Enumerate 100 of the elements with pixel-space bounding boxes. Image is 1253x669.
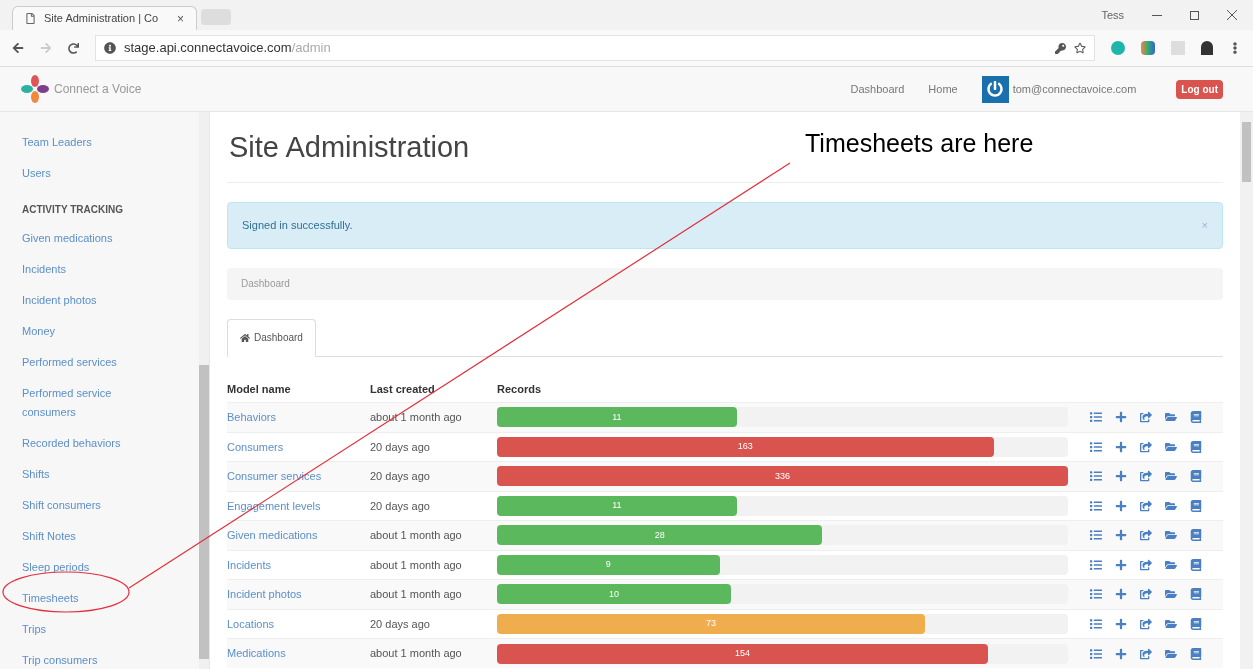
- list-icon[interactable]: [1090, 411, 1102, 424]
- folder-icon[interactable]: [1165, 499, 1177, 512]
- column-header: Last created: [370, 383, 435, 395]
- column-header: Model name: [227, 383, 291, 395]
- model-link[interactable]: Medications: [227, 647, 286, 660]
- book-icon[interactable]: [1190, 647, 1202, 660]
- model-link[interactable]: Consumers: [227, 440, 284, 453]
- url-host: stage.api.connectavoice.com: [124, 39, 292, 58]
- back-icon[interactable]: [12, 42, 24, 54]
- list-icon[interactable]: [1090, 470, 1102, 483]
- add-icon[interactable]: [1115, 617, 1127, 630]
- model-link[interactable]: Given medications: [227, 529, 318, 541]
- sidebar-item[interactable]: Recorded behaviors: [22, 434, 142, 453]
- sidebar-item[interactable]: Incident photos: [22, 291, 142, 310]
- list-icon[interactable]: [1090, 499, 1102, 512]
- address-field[interactable]: stage.api.connectavoice.com/admin: [95, 35, 1095, 61]
- key-icon[interactable]: [1055, 42, 1066, 54]
- add-icon[interactable]: [1115, 411, 1127, 424]
- sidebar-item[interactable]: Performed service consumers: [22, 384, 142, 422]
- list-icon[interactable]: [1090, 529, 1102, 542]
- folder-icon[interactable]: [1165, 617, 1177, 630]
- book-icon[interactable]: [1190, 470, 1202, 483]
- add-icon[interactable]: [1115, 529, 1127, 542]
- add-icon[interactable]: [1115, 499, 1127, 512]
- add-icon[interactable]: [1115, 588, 1127, 601]
- browser-tab[interactable]: Site Administration | Co ×: [12, 6, 197, 30]
- add-icon[interactable]: [1115, 470, 1127, 483]
- model-link[interactable]: Locations: [227, 617, 275, 630]
- export-icon[interactable]: [1140, 440, 1152, 453]
- book-icon[interactable]: [1190, 588, 1202, 601]
- dashboard-tab[interactable]: Dashboard: [227, 318, 316, 357]
- folder-icon[interactable]: [1165, 588, 1177, 601]
- sidebar-item[interactable]: Users: [22, 164, 142, 183]
- add-icon[interactable]: [1115, 440, 1127, 453]
- folder-icon[interactable]: [1165, 411, 1177, 424]
- folder-icon[interactable]: [1165, 440, 1177, 453]
- logout-button[interactable]: Log out: [1176, 79, 1223, 99]
- profile-name[interactable]: Tess: [1101, 6, 1124, 24]
- records-bar: 73: [497, 613, 926, 634]
- sidebar-item[interactable]: Team Leaders: [22, 133, 142, 152]
- sidebar-item[interactable]: Shifts: [22, 465, 142, 484]
- model-link[interactable]: Incidents: [227, 558, 272, 571]
- records-bar: 10: [497, 584, 732, 605]
- minimize-icon[interactable]: [1152, 14, 1162, 16]
- add-icon[interactable]: [1115, 647, 1127, 660]
- sidebar-item[interactable]: Incidents: [22, 260, 142, 279]
- restore-icon[interactable]: [1190, 10, 1199, 20]
- book-icon[interactable]: [1190, 617, 1202, 630]
- book-icon[interactable]: [1190, 411, 1202, 424]
- sidebar-item[interactable]: Performed services: [22, 353, 142, 372]
- nav-link[interactable]: Dashboard: [850, 80, 905, 98]
- sidebar-item[interactable]: Shift Notes: [22, 527, 142, 546]
- export-icon[interactable]: [1140, 470, 1152, 483]
- export-icon[interactable]: [1140, 499, 1152, 512]
- sidebar-item[interactable]: Money: [22, 322, 142, 341]
- export-icon[interactable]: [1140, 411, 1152, 424]
- star-icon[interactable]: [1074, 42, 1086, 54]
- close-icon[interactable]: [1227, 10, 1237, 20]
- export-icon[interactable]: [1140, 617, 1152, 630]
- sidebar-item[interactable]: Timesheets: [22, 589, 142, 608]
- records-bar: 163: [497, 436, 994, 457]
- list-icon[interactable]: [1090, 558, 1102, 571]
- export-icon[interactable]: [1140, 588, 1152, 601]
- nav-link[interactable]: Home: [928, 80, 958, 98]
- extension-icon[interactable]: [1201, 41, 1213, 55]
- last-created: about 1 month ago: [370, 411, 462, 423]
- tab-close[interactable]: ×: [177, 9, 184, 28]
- records-bar: 154: [497, 643, 989, 664]
- sidebar-item[interactable]: Shift consumers: [22, 496, 142, 515]
- folder-icon[interactable]: [1165, 470, 1177, 483]
- folder-icon[interactable]: [1165, 647, 1177, 660]
- export-icon[interactable]: [1140, 529, 1152, 542]
- url-path: /admin: [291, 39, 331, 58]
- alert-close[interactable]: ×: [1201, 216, 1208, 234]
- add-icon[interactable]: [1115, 558, 1127, 571]
- export-icon[interactable]: [1140, 647, 1152, 660]
- breadcrumb[interactable]: Dashboard: [227, 267, 1223, 300]
- model-link[interactable]: Behaviors: [227, 411, 276, 423]
- last-created: about 1 month ago: [370, 647, 462, 660]
- book-icon[interactable]: [1190, 529, 1202, 542]
- folder-icon[interactable]: [1165, 529, 1177, 542]
- sidebar-item[interactable]: Sleep periods: [22, 558, 142, 577]
- page-icon: [25, 13, 36, 24]
- user-email[interactable]: tom@connectavoice.com: [1012, 80, 1137, 98]
- sidebar-item[interactable]: Trip consumers: [22, 651, 142, 669]
- book-icon[interactable]: [1190, 558, 1202, 571]
- list-icon[interactable]: [1090, 440, 1102, 453]
- export-icon[interactable]: [1140, 558, 1152, 571]
- list-icon[interactable]: [1090, 617, 1102, 630]
- book-icon[interactable]: [1190, 440, 1202, 453]
- list-icon[interactable]: [1090, 588, 1102, 601]
- sidebar-item[interactable]: Trips: [22, 620, 142, 639]
- sidebar-heading: ACTIVITY TRACKING: [22, 203, 124, 217]
- brand-name[interactable]: Connect a Voice: [54, 80, 142, 98]
- reload-icon[interactable]: [68, 42, 79, 54]
- list-icon[interactable]: [1090, 647, 1102, 660]
- sidebar-item[interactable]: Given medications: [22, 229, 142, 248]
- folder-icon[interactable]: [1165, 558, 1177, 571]
- model-link[interactable]: Incident photos: [227, 588, 302, 600]
- book-icon[interactable]: [1190, 499, 1202, 512]
